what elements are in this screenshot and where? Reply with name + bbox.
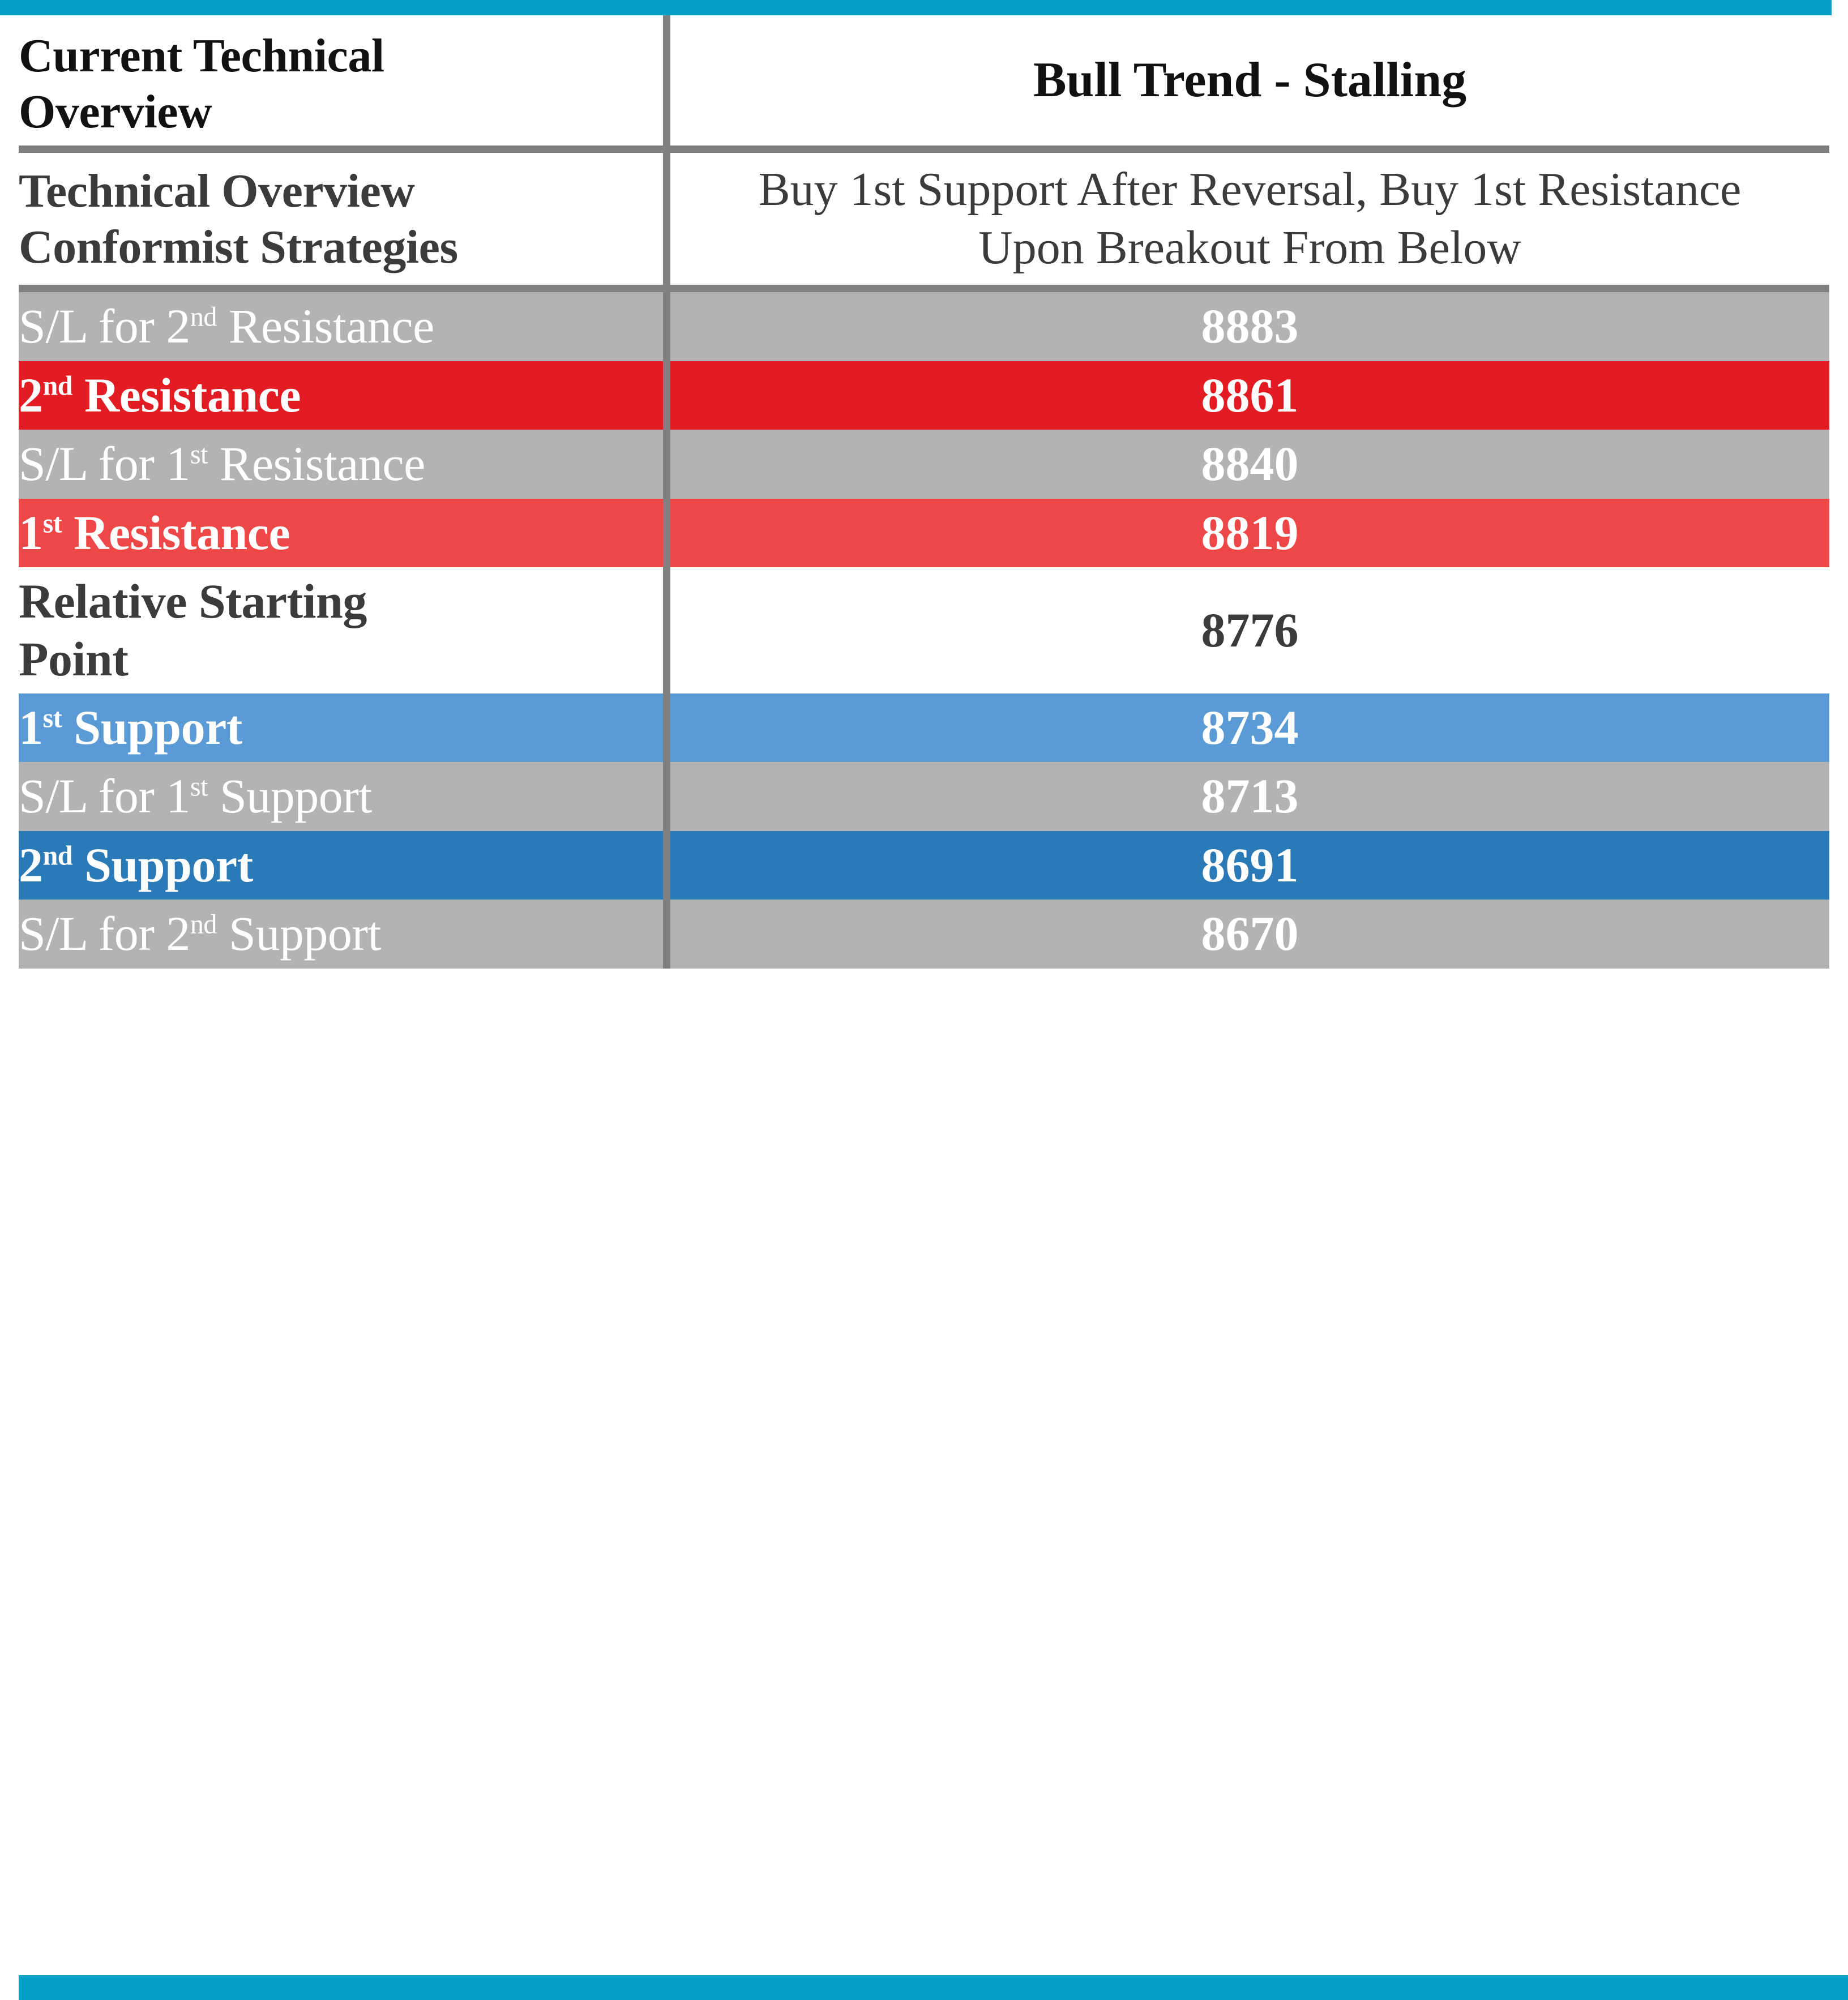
level-value-2nd-resistance: 8861: [1201, 367, 1299, 422]
label-main: 2: [19, 837, 43, 892]
table-row: S/L for 1st Resistance 8840: [19, 430, 1829, 499]
label-main: S/L for 1: [19, 769, 190, 824]
label-tail: Support: [207, 769, 372, 824]
column-divider: [663, 498, 670, 568]
column-divider: [663, 153, 670, 285]
label-ordinal-suffix: nd: [190, 909, 217, 940]
column-divider: [663, 15, 670, 146]
label-tail: Resistance: [62, 505, 290, 560]
column-divider: [663, 567, 670, 693]
level-label-sl-2nd-support: S/L for 2nd Support: [19, 900, 663, 968]
table-row: 1st Resistance 8819: [19, 498, 1829, 568]
label-ordinal-suffix: nd: [190, 302, 217, 332]
column-divider: [663, 762, 670, 831]
table-row: 2nd Resistance 8861: [19, 361, 1829, 430]
column-divider: [663, 830, 670, 900]
header-label-line1: Current Technical: [19, 29, 384, 82]
separator-divider: [663, 145, 670, 153]
label-ordinal-suffix: st: [42, 508, 62, 538]
header-label-line2: Overview: [19, 85, 212, 139]
label-main: S/L for 2: [19, 299, 190, 354]
strategy-separator-rule: [19, 285, 1829, 293]
table-row: S/L for 2nd Resistance 8883: [19, 292, 1829, 361]
header-separator-rule: [19, 145, 1829, 153]
strategy-label-line2: Conformist Strategies: [19, 220, 458, 273]
table-body: Current Technical Overview Bull Trend - …: [19, 15, 1829, 969]
separator-left: [19, 145, 663, 153]
strategy-value: Buy 1st Support After Reversal, Buy 1st …: [758, 163, 1742, 274]
level-label-1st-resistance: 1st Resistance: [19, 499, 663, 567]
level-label-1st-support: 1st Support: [19, 693, 663, 762]
level-label-sl-2nd-resistance: S/L for 2nd Resistance: [19, 292, 663, 361]
level-value-sl-2nd-support: 8670: [1201, 906, 1299, 961]
label-ordinal-suffix: nd: [42, 841, 73, 871]
column-divider: [663, 292, 670, 361]
level-label-sl-1st-resistance: S/L for 1st Resistance: [19, 430, 663, 498]
table-row: S/L for 1st Support 8713: [19, 762, 1829, 831]
label-line2: Point: [19, 631, 129, 686]
column-divider: [663, 361, 670, 430]
level-value-sl-1st-support: 8713: [1201, 769, 1299, 824]
label-tail: Support: [62, 700, 242, 755]
column-divider: [663, 693, 670, 763]
table-row: 2nd Support 8691: [19, 830, 1829, 900]
label-main: 2: [19, 367, 43, 422]
separator-right: [670, 285, 1829, 293]
level-value-1st-resistance: 8819: [1201, 505, 1299, 560]
level-value-sl-2nd-resistance: 8883: [1201, 299, 1299, 354]
technical-levels-table: Current Technical Overview Bull Trend - …: [19, 15, 1829, 969]
table-row: 1st Support 8734: [19, 693, 1829, 763]
bottom-accent-bar: [19, 1975, 1848, 2000]
label-tail: Resistance: [207, 436, 425, 491]
label-main: S/L for 1: [19, 436, 190, 491]
level-value-sl-1st-resistance: 8840: [1201, 436, 1299, 491]
level-label-sl-1st-support: S/L for 1st Support: [19, 762, 663, 830]
header-trend-value: Bull Trend - Stalling: [1033, 53, 1467, 108]
label-tail: Resistance: [217, 299, 434, 354]
technical-overview-table-card: Current Technical Overview Bull Trend - …: [0, 0, 1848, 2000]
label-tail: Resistance: [72, 367, 301, 422]
label-ordinal-suffix: st: [42, 703, 62, 734]
header-label-cell: Current Technical Overview: [19, 15, 663, 145]
label-tail: Support: [217, 906, 381, 961]
level-label-2nd-support: 2nd Support: [19, 831, 663, 900]
level-value-1st-support: 8734: [1201, 700, 1299, 755]
label-main: S/L for 2: [19, 906, 190, 961]
label-ordinal-suffix: nd: [42, 370, 73, 401]
strategy-label-cell: Technical Overview Conformist Strategies: [19, 153, 663, 285]
top-accent-bar: [0, 0, 1832, 15]
label-line1: Relative Starting: [19, 574, 367, 629]
label-tail: Support: [72, 837, 253, 892]
separator-right: [670, 145, 1829, 153]
table-header-row: Current Technical Overview Bull Trend - …: [19, 15, 1829, 146]
table-row: S/L for 2nd Support 8670: [19, 900, 1829, 969]
level-value-relative-starting-point: 8776: [1201, 602, 1299, 657]
strategy-label-line1: Technical Overview: [19, 164, 415, 217]
label-main: 1: [19, 505, 43, 560]
label-main: 1: [19, 700, 43, 755]
level-value-2nd-support: 8691: [1201, 837, 1299, 892]
label-ordinal-suffix: st: [190, 772, 208, 802]
level-label-relative-starting-point: Relative Starting Point: [19, 567, 663, 693]
separator-divider: [663, 285, 670, 293]
column-divider: [663, 430, 670, 499]
level-label-2nd-resistance: 2nd Resistance: [19, 361, 663, 430]
label-ordinal-suffix: st: [190, 439, 208, 470]
column-divider: [663, 900, 670, 969]
table-row: Relative Starting Point 8776: [19, 567, 1829, 693]
separator-left: [19, 285, 663, 293]
strategy-row: Technical Overview Conformist Strategies…: [19, 153, 1829, 285]
